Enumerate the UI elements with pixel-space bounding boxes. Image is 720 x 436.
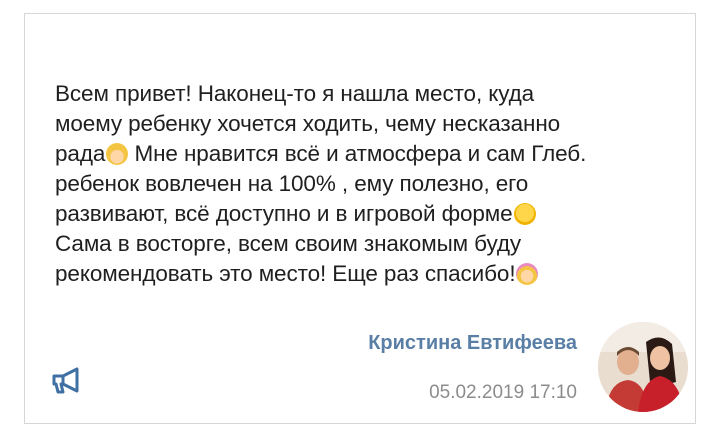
review-line: моему ребенку хочется ходить, чему неска…	[55, 111, 561, 136]
zany-face-emoji	[513, 203, 536, 225]
review-line: рада Мне нравится всё и атмосфера и сам …	[55, 139, 655, 169]
avatar[interactable]	[598, 322, 688, 412]
megaphone-icon[interactable]	[51, 366, 85, 396]
review-line: ребенок вовлечен на 100% , ему полезно, …	[55, 171, 529, 196]
review-card: Всем привет! Наконец-то я нашла место, к…	[24, 13, 696, 424]
avatar-photo	[598, 322, 688, 412]
review-timestamp: 05.02.2019 17:10	[429, 382, 577, 403]
woman-gesturing-ok-emoji	[106, 143, 129, 165]
woman-tipping-hand-emoji	[516, 263, 539, 285]
review-text: Всем привет! Наконец-то я нашла место, к…	[55, 79, 655, 289]
review-line: Всем привет! Наконец-то я нашла место, к…	[55, 81, 535, 106]
review-line: Сама в восторге, всем своим знакомым буд…	[55, 231, 522, 256]
review-line: рекомендовать это место! Еще раз спасибо…	[55, 259, 655, 289]
review-fragment: рада	[55, 141, 106, 166]
review-fragment: развивают, всё доступно и в игровой форм…	[55, 201, 513, 226]
author-name[interactable]: Кристина Евтифеева	[368, 332, 577, 355]
review-fragment: Мне нравится всё и атмосфера и сам Глеб.	[134, 141, 587, 166]
review-fragment: рекомендовать это место! Еще раз спасибо…	[55, 261, 516, 286]
review-line: развивают, всё доступно и в игровой форм…	[55, 199, 655, 229]
